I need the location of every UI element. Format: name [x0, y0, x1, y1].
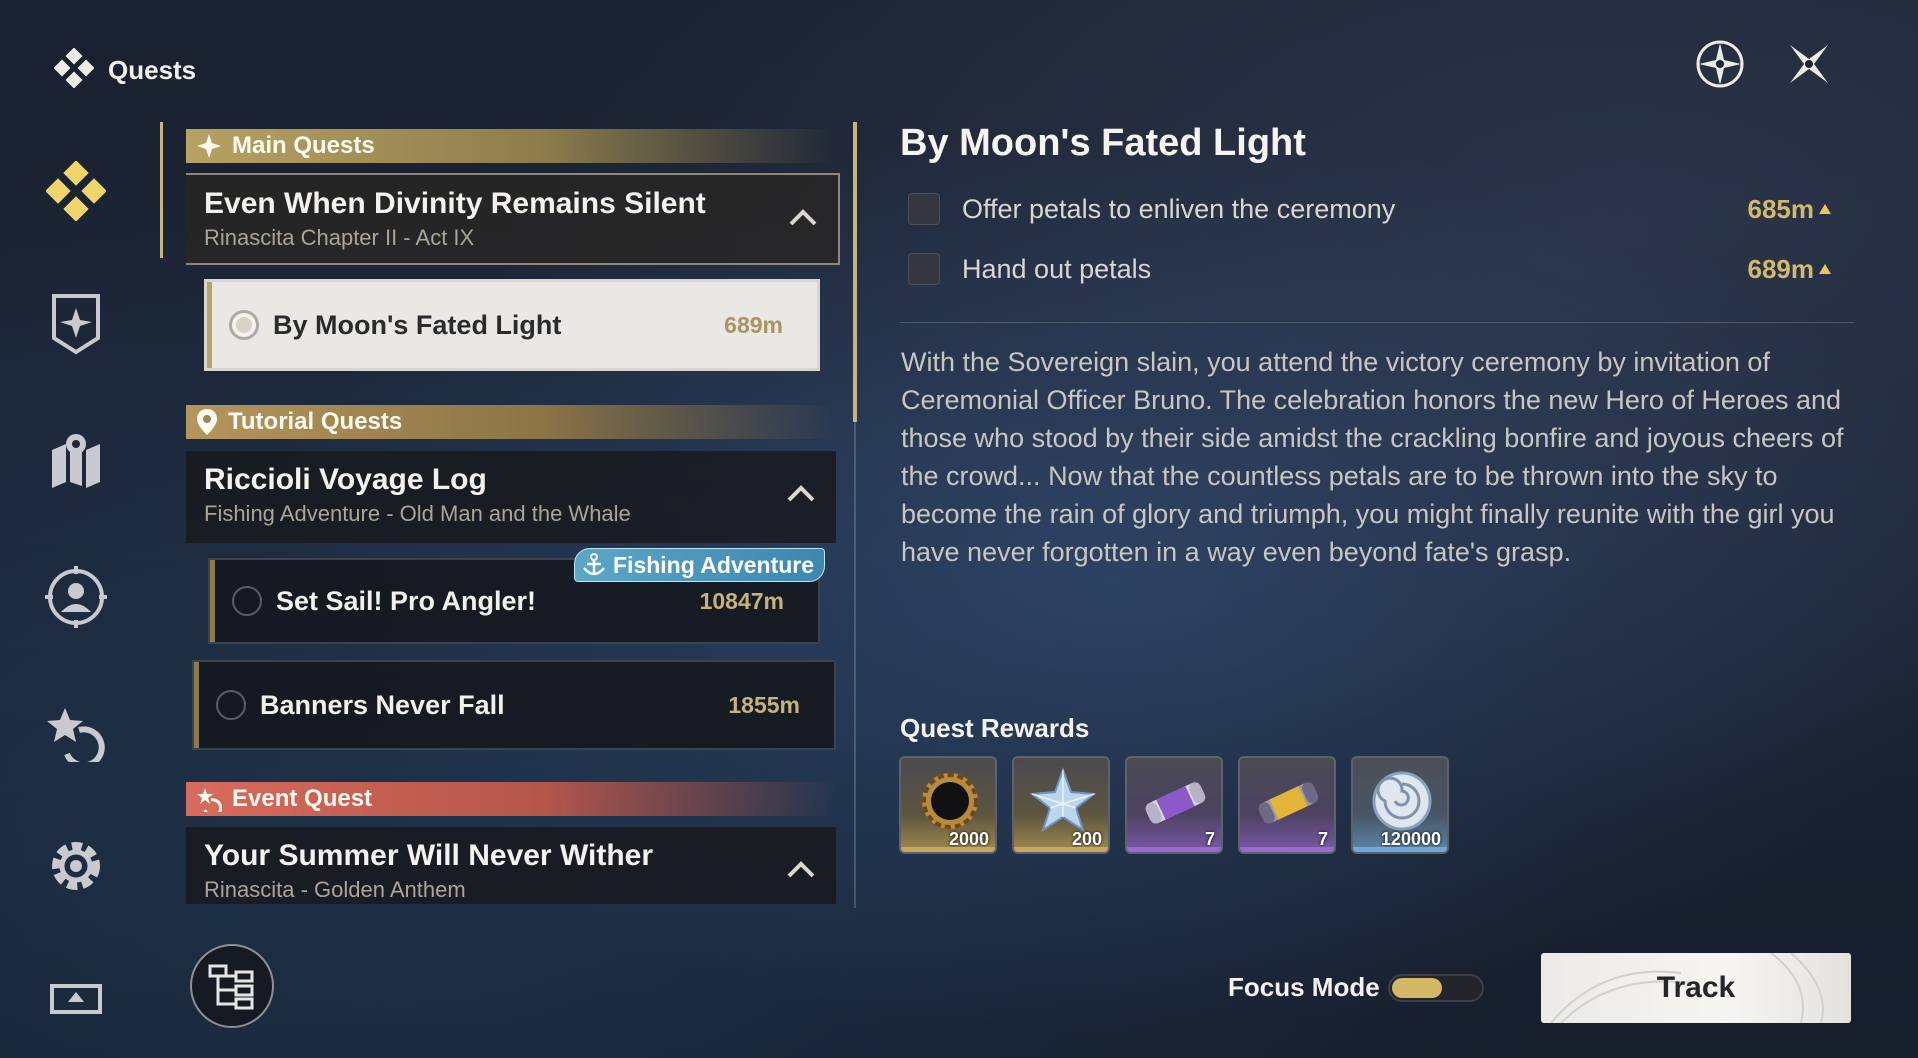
sidebar-item-screen[interactable]: [40, 958, 112, 1030]
category-tutorial-quests: Tutorial Quests: [186, 405, 836, 439]
detail-divider: [900, 322, 1854, 323]
close-icon: [1790, 45, 1828, 83]
event-star-icon: [197, 788, 222, 812]
objective-distance-value: 685m: [1747, 193, 1815, 224]
rewards-label: Quest Rewards: [900, 713, 1090, 743]
chevron-up-icon[interactable]: [786, 483, 816, 508]
map-pin-icon: [52, 434, 100, 488]
rarity-bar: [1353, 847, 1447, 852]
quest-distance: 689m: [724, 311, 783, 338]
location-pin-icon: [197, 409, 217, 435]
quest-item-moons-fated-light[interactable]: By Moon's Fated Light 689m: [204, 279, 820, 371]
objective-distance-value: 689m: [1747, 253, 1815, 284]
app-title-label: Quests: [108, 55, 197, 85]
star-refresh-icon: [47, 708, 105, 762]
quest-radio[interactable]: [232, 586, 262, 616]
chevron-up-icon[interactable]: [788, 207, 818, 232]
sidebar-item-map[interactable]: [40, 424, 112, 496]
sidebar-item-profile[interactable]: [40, 561, 112, 633]
group-title: Riccioli Voyage Log: [204, 463, 487, 496]
close-button[interactable]: [1781, 36, 1837, 92]
objective-distance: 685m: [1748, 194, 1833, 225]
group-subtitle: Fishing Adventure - Old Man and the Whal…: [204, 501, 631, 526]
tree-structure-icon: [208, 964, 254, 1010]
quests-diamond-icon: [53, 47, 95, 93]
reward-item-purple-capsule[interactable]: 7: [1125, 756, 1223, 854]
quest-group-summer[interactable]: Your Summer Will Never Wither Rinascita …: [186, 827, 836, 904]
triangle-up-icon: [1819, 204, 1831, 214]
objective-offer-petals[interactable]: Offer petals to enliven the ceremony 685…: [908, 189, 1832, 229]
reward-item-shell-coin[interactable]: 120000: [1351, 756, 1449, 854]
list-scrollbar-thumb[interactable]: [853, 122, 857, 422]
category-label: Tutorial Quests: [228, 408, 403, 435]
objective-text: Offer petals to enliven the ceremony: [962, 193, 1396, 224]
focus-mode-label: Focus Mode: [1228, 972, 1380, 1002]
objective-text: Hand out petals: [962, 253, 1152, 284]
chevron-up-icon[interactable]: [786, 859, 816, 884]
sidebar-active-rail: [160, 122, 163, 258]
reward-item-star-crystal[interactable]: 200: [1012, 756, 1110, 854]
quest-description: With the Sovereign slain, you attend the…: [901, 347, 1844, 567]
group-subtitle: Rinascita Chapter II - Act IX: [204, 225, 475, 250]
quest-list[interactable]: Main Quests Even When Divinity Remains S…: [186, 124, 846, 904]
objective-distance: 689m: [1748, 254, 1833, 285]
list-scrollbar-track[interactable]: [854, 422, 856, 908]
quest-item-banners-never-fall[interactable]: Banners Never Fall 1855m: [192, 660, 836, 750]
category-label: Main Quests: [232, 132, 375, 159]
reward-item-black-ring[interactable]: 2000: [899, 756, 997, 854]
quest-distance: 1855m: [728, 691, 800, 718]
monitor-icon: [50, 984, 102, 1014]
track-label: Track: [1656, 971, 1736, 1004]
quests-diamond-icon: [46, 161, 106, 221]
detail-title: By Moon's Fated Light: [900, 122, 1306, 164]
rarity-bar: [1240, 847, 1334, 852]
sidebar-item-history[interactable]: [40, 695, 112, 767]
star-crystal-icon: [1029, 767, 1097, 833]
category-main-quests: Main Quests: [186, 129, 836, 163]
focus-mode-toggle[interactable]: [1388, 974, 1484, 1002]
track-button[interactable]: Track: [1541, 953, 1851, 1023]
anchor-icon: [583, 553, 605, 576]
fishing-adventure-badge: Fishing Adventure: [574, 548, 826, 582]
quest-title: By Moon's Fated Light: [273, 309, 562, 340]
objective-checkbox[interactable]: [908, 253, 940, 285]
gear-icon: [52, 842, 100, 890]
purple-capsule-icon: [1145, 782, 1206, 824]
compass-star-icon: [1696, 40, 1744, 88]
gold-capsule-icon: [1258, 782, 1319, 824]
sparkle-icon: [197, 134, 221, 158]
quest-radio[interactable]: [229, 310, 259, 340]
person-target-icon: [45, 566, 107, 628]
quest-distance: 10847m: [699, 587, 784, 614]
group-subtitle: Rinascita - Golden Anthem: [204, 877, 466, 902]
shell-coin-icon: [1372, 771, 1432, 831]
focus-mode-knob: [1392, 978, 1442, 998]
sidebar-item-quests[interactable]: [40, 155, 112, 227]
quest-group-riccioli[interactable]: Riccioli Voyage Log Fishing Adventure - …: [186, 451, 836, 543]
quest-title: Banners Never Fall: [260, 689, 505, 720]
group-title: Even When Divinity Remains Silent: [204, 187, 706, 220]
app-title: Quests: [53, 47, 197, 93]
group-title: Your Summer Will Never Wither: [204, 839, 654, 872]
shield-star-icon: [52, 294, 100, 355]
category-label: Event Quest: [232, 785, 373, 812]
objective-checkbox[interactable]: [908, 193, 940, 225]
quest-tree-button[interactable]: [190, 944, 274, 1028]
category-event-quest: Event Quest: [186, 782, 836, 816]
objective-hand-out-petals[interactable]: Hand out petals 689m: [908, 249, 1832, 289]
quest-radio[interactable]: [216, 690, 246, 720]
rarity-bar: [901, 847, 995, 852]
reward-item-gold-capsule[interactable]: 7: [1238, 756, 1336, 854]
badge-label: Fishing Adventure: [613, 551, 815, 578]
triangle-up-icon: [1819, 264, 1831, 274]
quest-group-divinity[interactable]: Even When Divinity Remains Silent Rinasc…: [186, 173, 840, 265]
sidebar-item-shield[interactable]: [40, 288, 112, 360]
black-ring-icon: [922, 773, 978, 829]
rarity-bar: [1127, 847, 1221, 852]
quest-title: Set Sail! Pro Angler!: [276, 585, 537, 616]
sidebar-item-settings[interactable]: [40, 830, 112, 902]
rarity-bar: [1014, 847, 1108, 852]
compass-star-button[interactable]: [1692, 36, 1748, 92]
